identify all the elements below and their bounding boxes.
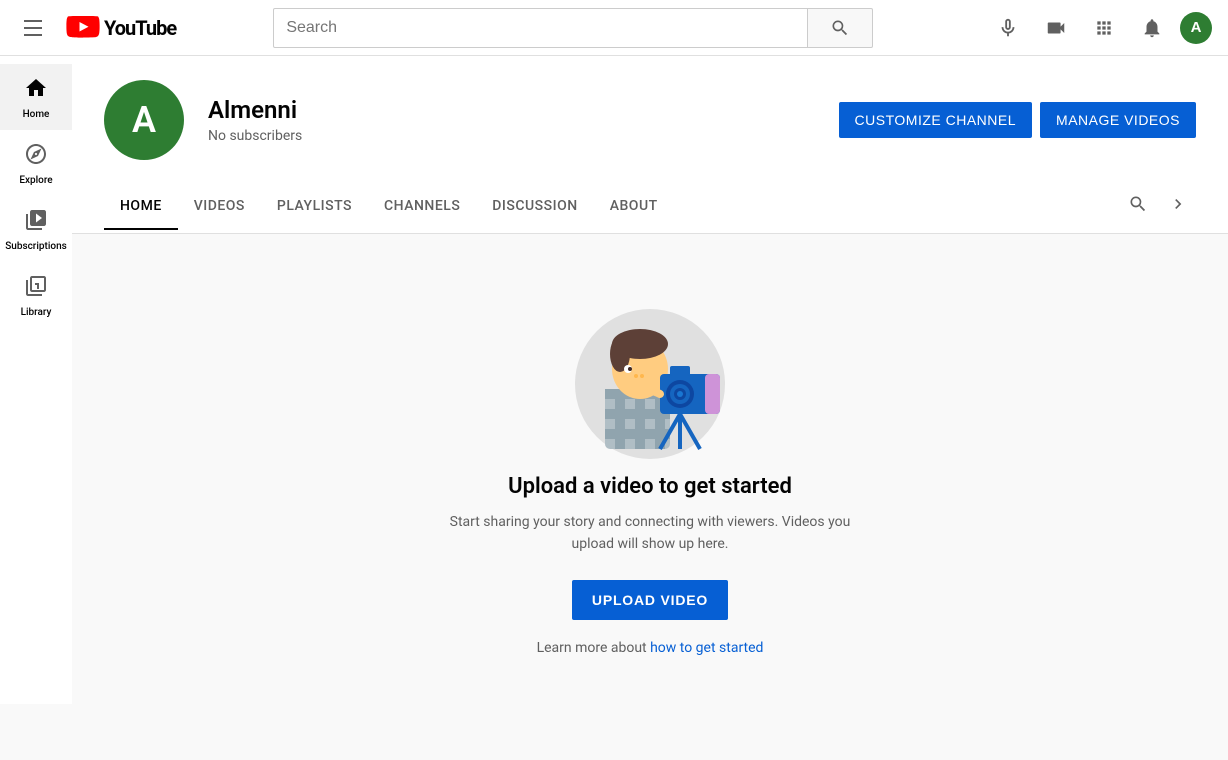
channel-details: Almenni No subscribers bbox=[208, 96, 815, 144]
account-avatar[interactable]: A bbox=[1180, 12, 1212, 44]
chevron-right-icon bbox=[1168, 194, 1188, 214]
sidebar-explore-label: Explore bbox=[19, 175, 52, 186]
tab-home[interactable]: HOME bbox=[104, 184, 178, 230]
camera-icon bbox=[1045, 17, 1067, 39]
search-container bbox=[273, 8, 873, 48]
customize-channel-button[interactable]: CUSTOMIZE CHANNEL bbox=[839, 102, 1032, 138]
tab-videos[interactable]: VIDEOS bbox=[178, 184, 261, 230]
channel-tabs: HOME VIDEOS PLAYLISTS CHANNELS DISCUSSIO… bbox=[104, 180, 1196, 233]
sidebar: Home Explore Subscriptions Library bbox=[0, 56, 72, 704]
content-area: Upload a video to get started Start shar… bbox=[72, 234, 1228, 696]
hamburger-line bbox=[24, 27, 42, 29]
youtube-icon bbox=[66, 16, 100, 40]
hamburger-line bbox=[24, 34, 42, 36]
sidebar-item-library[interactable]: Library bbox=[0, 262, 72, 328]
sidebar-subscriptions-label: Subscriptions bbox=[5, 241, 67, 252]
sidebar-item-subscriptions[interactable]: Subscriptions bbox=[0, 196, 72, 262]
search-icon bbox=[830, 18, 850, 38]
channel-name: Almenni bbox=[208, 96, 815, 124]
hamburger-line bbox=[24, 20, 42, 22]
search-button[interactable] bbox=[808, 8, 873, 48]
upload-video-button[interactable]: UPLOAD VIDEO bbox=[572, 580, 728, 620]
empty-illustration bbox=[550, 274, 750, 474]
channel-header: A Almenni No subscribers CUSTOMIZE CHANN… bbox=[72, 56, 1228, 234]
channel-avatar-letter: A bbox=[132, 99, 156, 141]
how-to-get-started-link[interactable]: how to get started bbox=[650, 640, 763, 656]
sidebar-item-explore[interactable]: Explore bbox=[0, 130, 72, 196]
sidebar-library-label: Library bbox=[21, 307, 52, 318]
mic-icon bbox=[997, 17, 1019, 39]
library-icon bbox=[24, 274, 48, 303]
tab-about[interactable]: ABOUT bbox=[594, 184, 674, 230]
empty-state-title: Upload a video to get started bbox=[508, 474, 792, 499]
header-right: A bbox=[988, 8, 1212, 48]
channel-avatar: A bbox=[104, 80, 184, 160]
main-content: A Almenni No subscribers CUSTOMIZE CHANN… bbox=[72, 56, 1228, 704]
tab-search-button[interactable] bbox=[1116, 180, 1160, 233]
search-input[interactable] bbox=[274, 19, 807, 37]
tab-discussion[interactable]: DISCUSSION bbox=[476, 184, 593, 230]
apps-button[interactable] bbox=[1084, 8, 1124, 48]
logo-text: YouTube bbox=[104, 16, 176, 40]
header-left: YouTube bbox=[16, 12, 216, 44]
channel-subscribers: No subscribers bbox=[208, 128, 815, 144]
search-box bbox=[273, 8, 808, 48]
create-button[interactable] bbox=[1036, 8, 1076, 48]
learn-more-text: Learn more about how to get started bbox=[537, 640, 764, 656]
channel-actions: CUSTOMIZE CHANNEL MANAGE VIDEOS bbox=[839, 102, 1196, 138]
sidebar-home-label: Home bbox=[23, 109, 50, 120]
empty-state-subtitle: Start sharing your story and connecting … bbox=[430, 511, 870, 556]
youtube-logo[interactable]: YouTube bbox=[66, 16, 176, 40]
search-tabs-icon bbox=[1128, 194, 1148, 214]
tab-more-button[interactable] bbox=[1160, 180, 1196, 233]
tab-playlists[interactable]: PLAYLISTS bbox=[261, 184, 368, 230]
subscriptions-icon bbox=[24, 208, 48, 237]
channel-info: A Almenni No subscribers CUSTOMIZE CHANN… bbox=[104, 80, 1196, 160]
menu-button[interactable] bbox=[16, 12, 50, 44]
sidebar-item-home[interactable]: Home bbox=[0, 64, 72, 130]
bell-icon bbox=[1141, 17, 1163, 39]
header: YouTube bbox=[0, 0, 1228, 56]
home-icon bbox=[24, 76, 48, 105]
explore-icon bbox=[24, 142, 48, 171]
apps-icon bbox=[1094, 18, 1114, 38]
manage-videos-button[interactable]: MANAGE VIDEOS bbox=[1040, 102, 1196, 138]
tab-channels[interactable]: CHANNELS bbox=[368, 184, 476, 230]
mic-button[interactable] bbox=[988, 8, 1028, 48]
notifications-button[interactable] bbox=[1132, 8, 1172, 48]
